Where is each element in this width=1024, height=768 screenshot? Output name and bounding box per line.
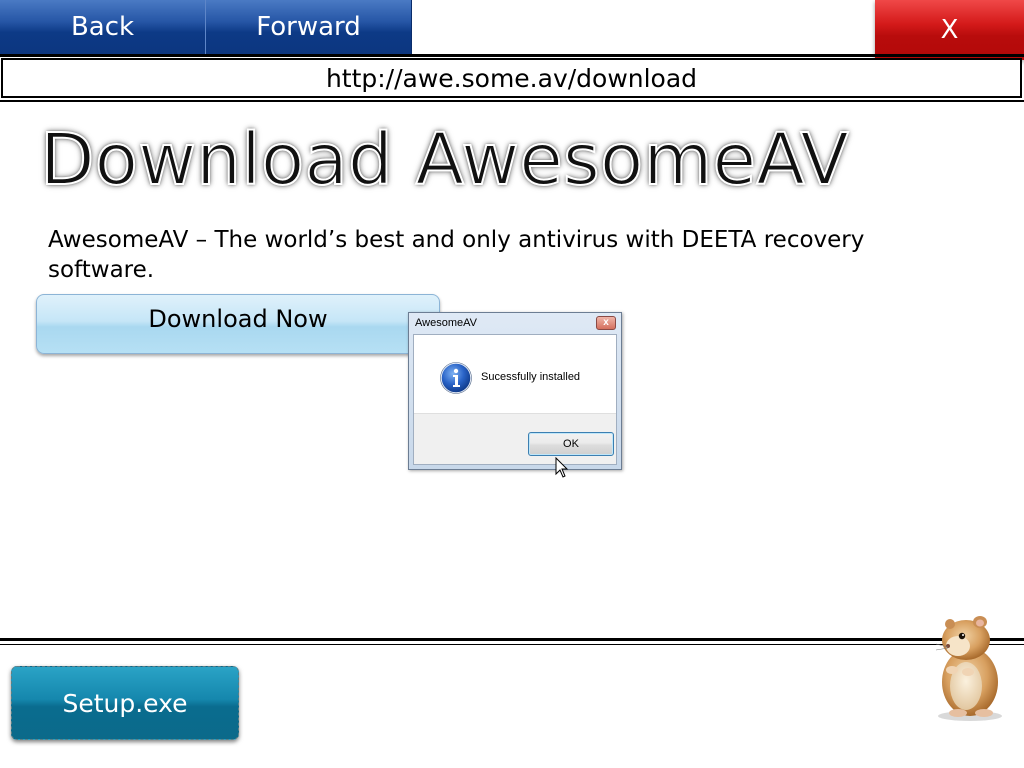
back-button[interactable]: Back [0, 0, 206, 54]
forward-button[interactable]: Forward [206, 0, 412, 54]
page-description: AwesomeAV – The world’s best and only an… [48, 227, 865, 283]
hamster-mascot-icon [935, 616, 1002, 721]
address-url: http://awe.some.av/download [325, 63, 698, 93]
footer-divider-thin [0, 644, 1024, 645]
dialog-title: AwesomeAV [415, 317, 477, 329]
dialog-close-button[interactable]: x [596, 316, 616, 330]
setup-exe-label: Setup.exe [62, 688, 188, 718]
mouse-cursor-icon [555, 457, 569, 478]
close-window-button[interactable]: X [875, 0, 1024, 60]
ok-label: OK [563, 438, 579, 450]
footer-divider [0, 638, 1024, 641]
ok-button[interactable]: OK [528, 432, 614, 456]
dialog-message: Sucessfully installed [481, 371, 581, 383]
info-icon [440, 362, 472, 394]
address-bar-bottom-divider [0, 100, 1024, 102]
message-dialog: AwesomeAV x Sucessfully installed OK [408, 312, 622, 470]
page-title: Download AwesomeAV [39, 117, 850, 202]
download-now-label: Download Now [148, 305, 328, 333]
setup-exe-button[interactable]: Setup.exe [11, 666, 239, 740]
address-bar-top-divider [0, 54, 1024, 57]
address-bar[interactable]: http://awe.some.av/download [1, 58, 1022, 98]
dialog-body: Sucessfully installed OK [413, 334, 617, 465]
download-now-button[interactable]: Download Now [36, 294, 440, 354]
